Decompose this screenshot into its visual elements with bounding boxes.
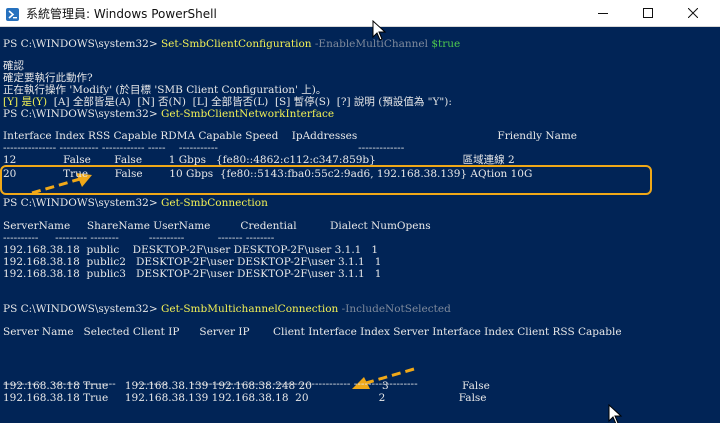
console-text: -IncludeNotSelected: [338, 303, 451, 315]
mouse-cursor-icon: [608, 404, 623, 423]
close-icon: [688, 8, 698, 18]
console-text: 192.168.38.18 public2 DESKTOP-2F\user DE…: [3, 256, 382, 268]
console-line: 12 False False 1 Gbps {fe80::4862:c112:c…: [3, 154, 515, 166]
console-line: PS C:\WINDOWS\system32> Set-SmbClientCon…: [3, 38, 460, 50]
console-line: 192.168.38.18 True 192.168.38.139 192.16…: [3, 380, 490, 392]
console-line: 192.168.38.18 public DESKTOP-2F\user DES…: [3, 244, 378, 256]
console-line: 192.168.38.18 public2 DESKTOP-2F\user DE…: [3, 256, 381, 268]
console-line: Server Name Selected Client IP Server IP…: [3, 326, 622, 338]
console-line: Interface Index RSS Capable RDMA Capable…: [3, 130, 577, 142]
console-line: PS C:\WINDOWS\system32> Get-SmbConnectio…: [3, 197, 268, 209]
maximize-button[interactable]: [625, 0, 671, 26]
console-line: 確定要執行此動作?: [3, 72, 93, 84]
console-text: Get-SmbMultichannelConnection: [160, 303, 339, 315]
console-text: 192.168.38.18 public3 DESKTOP-2F\user DE…: [3, 268, 382, 280]
console-text: Interface Index RSS Capable RDMA Capable…: [3, 130, 578, 142]
console-line: ---------- --------- -------- ----------…: [3, 232, 274, 244]
console-text: PS C:\WINDOWS\system32>: [3, 38, 161, 50]
console-line: 確認: [3, 60, 24, 72]
console-text: 正在執行操作 'Modify' (於目標 'SMB Client Configu…: [3, 84, 327, 96]
mouse-cursor-icon: [372, 20, 387, 41]
console-text: ---------- --------- -------- ----------…: [3, 232, 275, 244]
console-line: 20 True False 10 Gbps {fe80::5143:fba0:5…: [3, 168, 532, 180]
console-output[interactable]: PS C:\WINDOWS\system32> Set-SmbClientCon…: [0, 27, 720, 423]
console-line: --------------- ----------- ------------…: [3, 142, 404, 154]
console-text: PS C:\WINDOWS\system32>: [3, 108, 161, 120]
console-text: [Y] 是(Y): [3, 96, 48, 108]
console-line: 正在執行操作 'Modify' (於目標 'SMB Client Configu…: [3, 84, 326, 96]
console-text: --------------- ----------- ------------…: [3, 142, 405, 154]
console-text: 192.168.38.18 True 192.168.38.139 192.16…: [3, 380, 490, 392]
console-line: 192.168.38.18 True 192.168.38.139 192.16…: [3, 392, 487, 404]
console-text: Server Name Selected Client IP Server IP…: [3, 326, 622, 338]
title-bar: 系統管理員: Windows PowerShell: [0, 0, 720, 27]
maximize-icon: [643, 8, 653, 18]
console-text: [A] 全部皆是(A) [N] 否(N) [L] 全部皆否(L) [S] 暫停(…: [47, 96, 452, 108]
console-text: 確定要執行此動作?: [3, 72, 93, 84]
console-line: [Y] 是(Y) [A] 全部皆是(A) [N] 否(N) [L] 全部皆否(L…: [3, 96, 452, 108]
minimize-icon: [598, 13, 608, 14]
console-text: PS C:\WINDOWS\system32>: [3, 303, 161, 315]
console-line: ServerName ShareName UserName Credential…: [3, 220, 431, 232]
powershell-icon: [6, 6, 19, 21]
console-text: 192.168.38.18 True 192.168.38.139 192.16…: [3, 392, 487, 404]
console-line: PS C:\WINDOWS\system32> Get-SmbClientNet…: [3, 108, 334, 120]
console-line: 192.168.38.18 public3 DESKTOP-2F\user DE…: [3, 268, 381, 280]
window-title: 系統管理員: Windows PowerShell: [26, 7, 217, 21]
close-button[interactable]: [670, 0, 716, 26]
minimize-button[interactable]: [580, 0, 626, 26]
console-text: Set-SmbClientConfiguration: [160, 38, 312, 50]
console-text: 20 True False 10 Gbps {fe80::5143:fba0:5…: [3, 168, 533, 180]
console-text: 確認: [3, 60, 24, 72]
console-text: $true: [431, 38, 461, 50]
console-text: 192.168.38.18 public DESKTOP-2F\user DES…: [3, 244, 379, 256]
console-text: 12 False False 1 Gbps {fe80::4862:c112:c…: [3, 154, 515, 166]
console-text: ServerName ShareName UserName Credential…: [3, 220, 431, 232]
console-text: Get-SmbConnection: [160, 197, 268, 209]
console-line: PS C:\WINDOWS\system32> Get-SmbMultichan…: [3, 303, 451, 315]
console-text: PS C:\WINDOWS\system32>: [3, 197, 161, 209]
console-text: Get-SmbClientNetworkInterface: [160, 108, 335, 120]
